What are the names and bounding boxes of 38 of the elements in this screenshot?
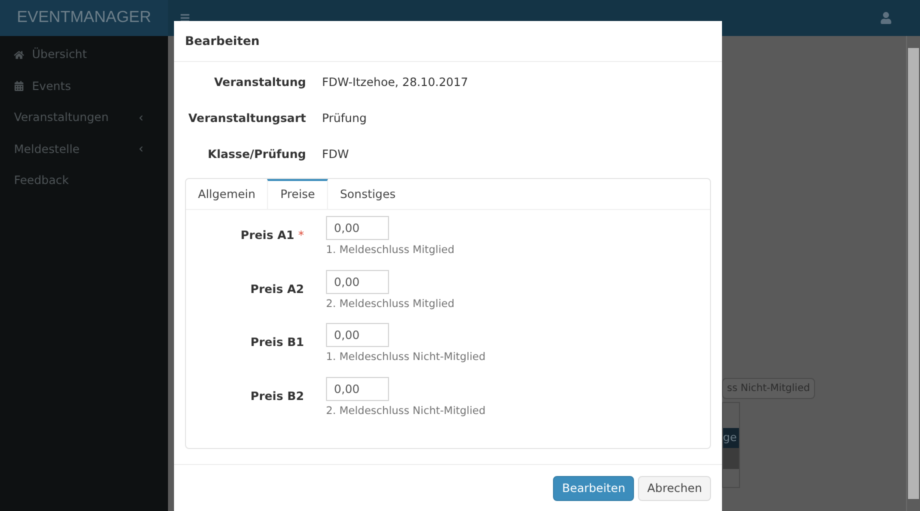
dialog-title: Bearbeiten bbox=[185, 33, 260, 50]
sidebar-label: Meldestelle bbox=[14, 140, 81, 158]
price-label: Preis A1 bbox=[240, 228, 294, 242]
sidebar-label: Übersicht bbox=[32, 46, 88, 64]
tab[interactable]: Sonstiges bbox=[328, 179, 408, 209]
price-field[interactable]: 0,00 bbox=[326, 270, 389, 294]
price-field[interactable]: 0,00 bbox=[326, 323, 389, 347]
price-label: Preis B1 bbox=[250, 335, 304, 349]
chevron-icon bbox=[138, 146, 144, 152]
detail-label: Klasse/Prüfung bbox=[206, 146, 306, 163]
price-field[interactable]: 0,00 bbox=[326, 376, 389, 400]
chevron-icon bbox=[138, 114, 144, 121]
price-label: Preis A2 bbox=[250, 282, 304, 296]
sidebar-label: Feedback bbox=[14, 172, 70, 190]
scrollbar[interactable] bbox=[906, 36, 920, 511]
table-row bbox=[723, 448, 739, 469]
help-text: 1. Meldeschluss Mitglied bbox=[326, 243, 454, 258]
tab[interactable]: Allgemein bbox=[186, 179, 268, 209]
help-text: 1. Meldeschluss Nicht-Mitglied bbox=[326, 350, 486, 365]
price-label: Preis B2 bbox=[250, 388, 304, 402]
price-field[interactable]: 0,00 bbox=[326, 216, 389, 240]
detail-label: Veranstaltungsart bbox=[187, 110, 306, 127]
help-text: 2. Meldeschluss Mitglied bbox=[326, 296, 454, 312]
detail-value: Prüfung bbox=[322, 110, 367, 127]
required-mark: * bbox=[298, 228, 304, 242]
detail-value: FDW-Itzehoe, 28.10.2017 bbox=[322, 74, 468, 91]
detail-label: Veranstaltung bbox=[213, 74, 306, 91]
calendar-icon bbox=[14, 81, 24, 92]
user-icon[interactable] bbox=[880, 12, 892, 24]
cancel-button[interactable]: Abrechen bbox=[638, 476, 711, 501]
table-header-cell: ge bbox=[723, 428, 739, 448]
submit-button[interactable]: Bearbeiten bbox=[553, 476, 634, 501]
help-text: 2. Meldeschluss Nicht-Mitglied bbox=[326, 404, 486, 418]
tab[interactable]: Preise bbox=[267, 179, 328, 209]
detail-value: FDW bbox=[322, 146, 349, 163]
sidebar-label: Events bbox=[32, 78, 72, 95]
sidebar-label: Veranstaltungen bbox=[14, 109, 110, 126]
home-icon bbox=[14, 50, 24, 60]
